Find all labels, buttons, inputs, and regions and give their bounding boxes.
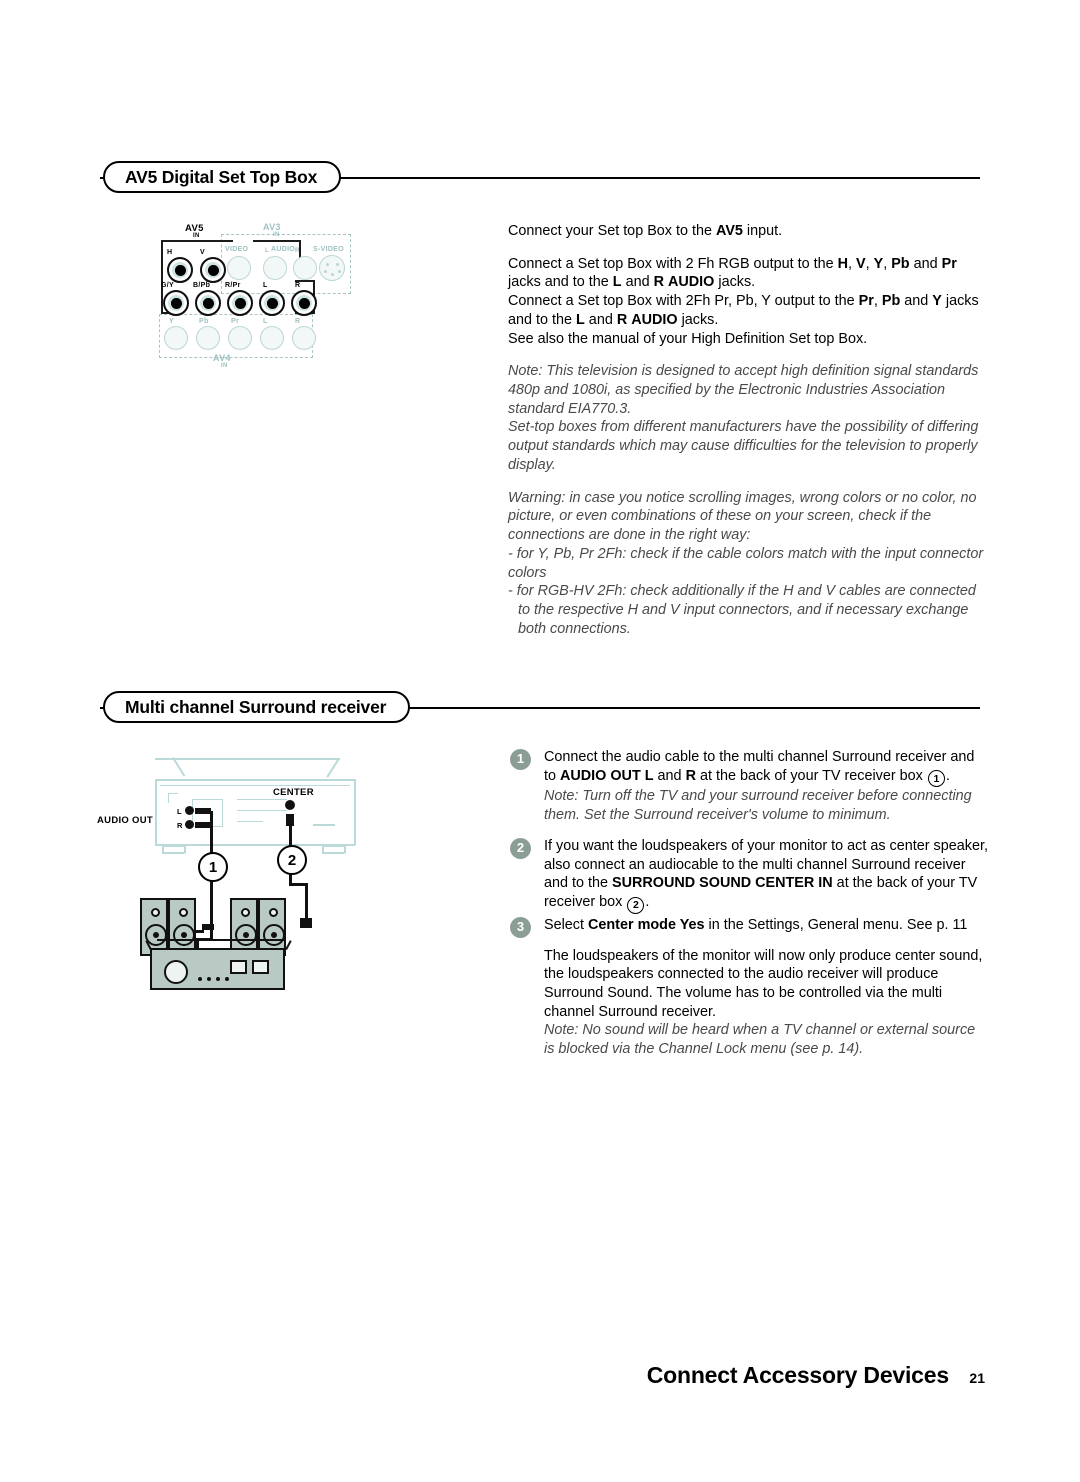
s-video-icon[interactable] (319, 255, 345, 281)
step-3-body: The loudspeakers of the monitor will now… (544, 947, 983, 1020)
audio-out-label: AUDIO OUT (97, 815, 154, 826)
jack-rpr[interactable] (227, 290, 253, 316)
note-hd-standards: Note: This television is designed to acc… (508, 363, 979, 417)
av4-jack-pr[interactable] (228, 326, 252, 350)
document-page: AV5 Digital Set Top Box AV3 IN AV4 IN AV… (0, 0, 1080, 1482)
section-title-pill: Multi channel Surround receiver (103, 691, 411, 723)
display-window-left (230, 960, 247, 974)
step-3-note: Note: No sound will be heard when a TV c… (544, 1022, 976, 1058)
step-1-note: Note: Turn off the TV and your surround … (544, 788, 972, 824)
page-footer: Connect Accessory Devices 21 (0, 1362, 1080, 1389)
av4-label-r: R (295, 318, 301, 325)
surround-system-diagram: AUDIO OUT L R CENTER 1 2 (97, 752, 400, 1022)
av5-jack-panel-diagram: AV3 IN AV4 IN AV5 IN VIDEO L AUDIO R S-V… (155, 222, 370, 372)
step-bullet-3: 3 (510, 916, 531, 938)
av4-label-pb: Pb (199, 318, 209, 325)
av4-jack-y[interactable] (164, 326, 188, 350)
page-number: 21 (969, 1370, 985, 1386)
warning-item-rgbhv: - for RGB-HV 2Fh: check additionally if … (508, 583, 976, 637)
av4-jack-l[interactable] (260, 326, 284, 350)
paragraph-ypbpr-output: Connect a Set top Box with 2Fh Pr, Pb, Y… (508, 293, 979, 328)
av5-bracket-top-left (161, 240, 233, 242)
jack-audio-r[interactable] (291, 290, 317, 316)
list-item: 3 Select Center mode Yes in the Settings… (508, 916, 988, 1059)
av3-audio-r-label: R (295, 248, 300, 254)
av4-label-pr: Pr (231, 318, 239, 325)
av3-video-label: VIDEO (225, 246, 249, 253)
jack-label-v: V (200, 249, 205, 256)
step-bullet-1: 1 (510, 749, 531, 770)
step-1-text: Connect the audio cable to the multi cha… (544, 748, 988, 788)
center-jack[interactable] (285, 800, 295, 810)
av3-group-label: AV3 (263, 222, 281, 232)
av3-svideo-label: S-VIDEO (313, 246, 344, 253)
cable-marker-1: 1 (198, 852, 228, 882)
rca-plug-l (195, 808, 211, 814)
audio-out-l-jack[interactable] (185, 806, 194, 815)
surround-step-list: 1 Connect the audio cable to the multi c… (508, 748, 988, 1059)
av3-audio-l-label: L (265, 248, 269, 254)
inline-circle-2: 2 (627, 896, 645, 914)
list-item: 2 If you want the loudspeakers of your m… (508, 837, 988, 914)
av3-audio-l-jack[interactable] (263, 256, 287, 280)
cable-2-plug (300, 918, 312, 928)
av5-text-column: Connect your Set top Box to the AV5 inpu… (508, 222, 988, 638)
note-settop-variation: Set-top boxes from different manufacture… (508, 419, 979, 473)
paragraph-connect-av5: Connect your Set top Box to the AV5 inpu… (508, 223, 783, 239)
paragraph-see-manual: See also the manual of your High Definit… (508, 330, 868, 347)
jack-label-bpb: B/Pb (193, 282, 211, 289)
av5-bracket-top-right (253, 240, 301, 242)
av4-label-l: L (263, 318, 268, 325)
jack-label-r: R (295, 282, 301, 289)
jack-h[interactable] (167, 257, 193, 283)
step-3-text: Select Center mode Yes in the Settings, … (544, 916, 968, 933)
section-title-pill: AV5 Digital Set Top Box (103, 161, 342, 193)
av3-audio-label: AUDIO (271, 246, 296, 253)
surround-text-column: 1 Connect the audio cable to the multi c… (508, 748, 988, 1061)
warning-item-ypbpr: - for Y, Pb, Pr 2Fh: check if the cable … (508, 545, 984, 581)
inline-circle-1: 1 (927, 770, 945, 788)
step-bullet-2: 2 (510, 837, 531, 859)
jack-gy[interactable] (163, 290, 189, 316)
display-window-right (252, 960, 269, 974)
audio-out-r-label: R (177, 821, 183, 830)
volume-knob[interactable] (164, 960, 188, 984)
center-label: CENTER (273, 787, 314, 798)
av3-audio-r-jack[interactable] (293, 256, 317, 280)
rca-plug-r (195, 822, 211, 828)
av4-label-y: Y (169, 318, 174, 325)
av4-jack-r[interactable] (292, 326, 316, 350)
list-item: 1 Connect the audio cable to the multi c… (508, 748, 988, 825)
section-title: Multi channel Surround receiver (125, 696, 387, 717)
jack-v[interactable] (200, 257, 226, 283)
cable-marker-2: 2 (277, 845, 307, 875)
section-title: AV5 Digital Set Top Box (125, 166, 318, 187)
audio-out-r-jack[interactable] (185, 820, 194, 829)
av3-in-label: IN (273, 232, 280, 238)
jack-label-h: H (167, 249, 173, 256)
av4-jack-pb[interactable] (196, 326, 220, 350)
step-2-text: If you want the loudspeakers of your mon… (544, 837, 988, 914)
av4-group-label: AV4 (213, 353, 231, 363)
jack-audio-l[interactable] (259, 290, 285, 316)
av5-in-label: IN (193, 233, 200, 239)
paragraph-rgb-output: Connect a Set top Box with 2 Fh RGB outp… (508, 255, 957, 291)
cable-1-plug-top (202, 924, 214, 930)
surround-receiver-unit (150, 948, 285, 990)
footer-title: Connect Accessory Devices (646, 1362, 949, 1388)
warning-connections: Warning: in case you notice scrolling im… (508, 489, 977, 544)
av3-video-jack[interactable] (227, 256, 251, 280)
jack-label-gy: G/Y (161, 282, 174, 289)
jack-label-rpr: R/Pr (225, 282, 241, 289)
av4-in-label: IN (221, 363, 228, 369)
jack-label-l: L (263, 282, 268, 289)
audio-out-l-label: L (177, 807, 182, 816)
cable-2-line-lower (305, 883, 308, 921)
jack-bpb[interactable] (195, 290, 221, 316)
